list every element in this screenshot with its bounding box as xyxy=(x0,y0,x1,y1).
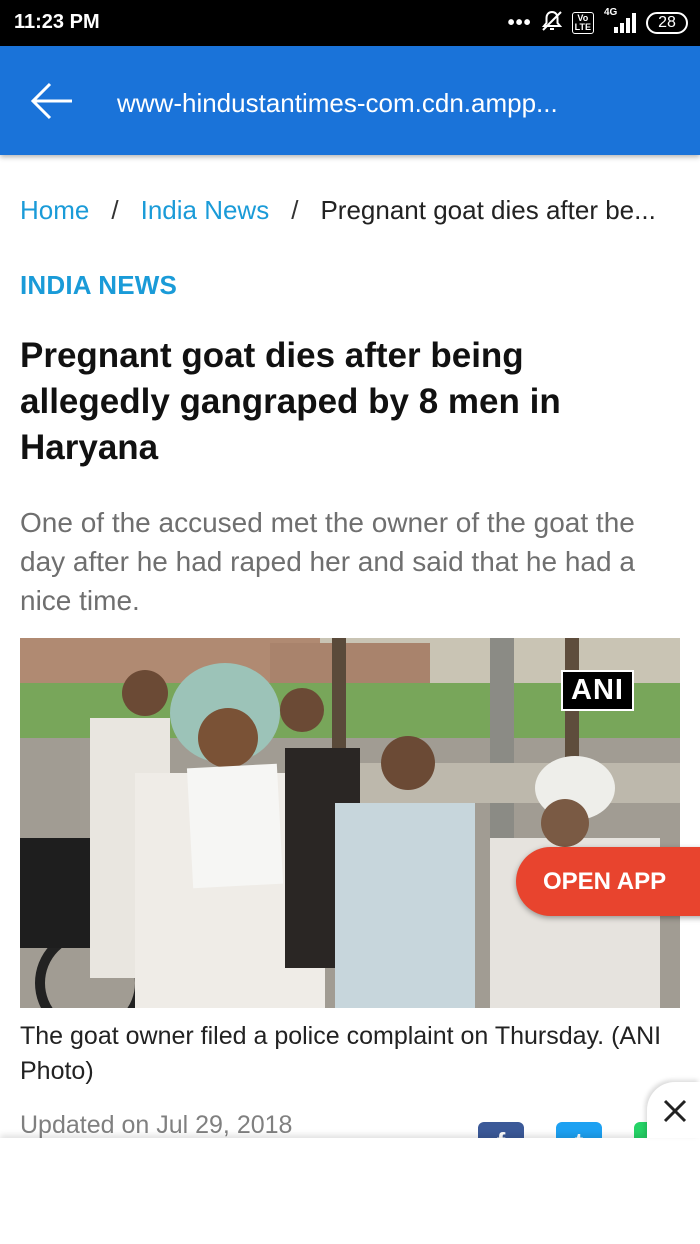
breadcrumb-home-link[interactable]: Home xyxy=(20,195,89,226)
close-ad-button[interactable] xyxy=(647,1082,700,1138)
volte-icon: Vo LTE xyxy=(571,12,594,34)
section-label[interactable]: INDIA NEWS xyxy=(20,270,177,301)
article-headline: Pregnant goat dies after being allegedly… xyxy=(20,336,561,467)
mute-bell-icon xyxy=(540,9,564,38)
article-summary: One of the accused met the owner of the … xyxy=(20,507,635,616)
ani-badge: ANI xyxy=(561,670,634,711)
breadcrumb-separator: / xyxy=(291,195,299,225)
breadcrumb-current: Pregnant goat dies after be... xyxy=(320,195,656,225)
article-photo[interactable]: ANI xyxy=(20,638,680,1008)
notification-dots-icon: ••• xyxy=(507,11,532,34)
photo-caption: The goat owner filed a police complaint … xyxy=(20,1022,662,1085)
breadcrumb: Home / India News / Pregnant goat dies a… xyxy=(20,195,656,226)
open-app-button[interactable]: OPEN APP xyxy=(516,847,700,916)
breadcrumb-india-news-link[interactable]: India News xyxy=(141,195,270,226)
status-icons: ••• Vo LTE 4G 28 xyxy=(507,7,688,38)
status-bar: 11:23 PM ••• Vo LTE 4G 28 xyxy=(0,0,700,46)
signal-icon: 4G xyxy=(602,7,638,35)
status-time: 11:23 PM xyxy=(14,11,100,33)
close-icon xyxy=(663,1099,687,1123)
breadcrumb-separator: / xyxy=(111,195,119,225)
back-arrow-icon[interactable] xyxy=(28,79,78,123)
updated-date: Updated on Jul 29, 2018 xyxy=(20,1111,293,1139)
ad-panel xyxy=(0,1138,700,1244)
battery-icon: 28 xyxy=(646,12,688,34)
url-title[interactable]: www-hindustantimes-com.cdn.ampp... xyxy=(117,88,558,119)
app-bar: www-hindustantimes-com.cdn.ampp... xyxy=(0,46,700,155)
